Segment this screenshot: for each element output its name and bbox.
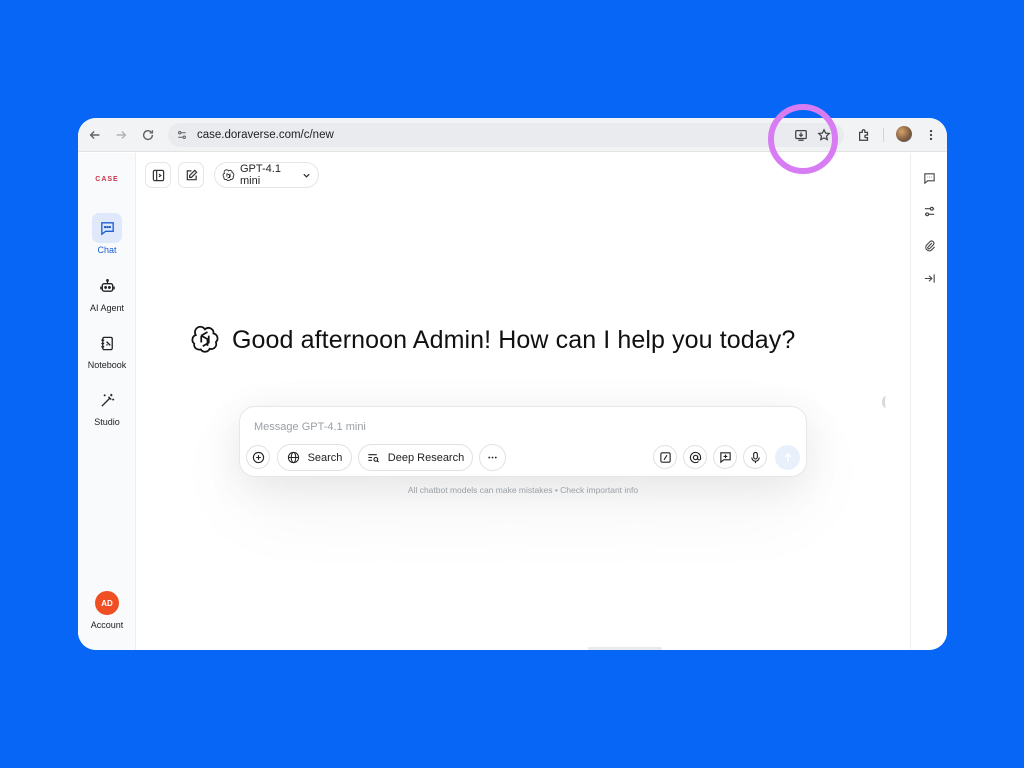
app-logo[interactable]: CASE xyxy=(95,175,119,185)
chevron-down-icon xyxy=(302,171,311,180)
profile-avatar[interactable] xyxy=(896,126,912,142)
deep-research-button[interactable]: Deep Research xyxy=(358,444,473,471)
browser-window: case.doraverse.com/c/new CASE Chat AI Ag… xyxy=(78,118,947,650)
sidebar-item-account[interactable]: AD Account xyxy=(78,591,136,630)
install-icon xyxy=(795,130,807,141)
plus-circle-icon xyxy=(252,451,264,463)
voice-input-button[interactable] xyxy=(743,445,767,469)
browser-toolbar: case.doraverse.com/c/new xyxy=(78,118,947,152)
slash-command-icon xyxy=(659,451,671,463)
ellipsis-icon xyxy=(488,456,497,459)
scroll-indicator xyxy=(588,647,662,650)
message-input[interactable] xyxy=(254,419,754,435)
sidebar-item-notebook[interactable]: Notebook xyxy=(78,328,136,370)
comments-button[interactable] xyxy=(921,170,937,186)
new-chat-button[interactable] xyxy=(178,162,204,188)
sidebar-panel-icon xyxy=(152,169,164,181)
sidebar-item-chat[interactable]: Chat xyxy=(78,213,136,255)
disclaimer-text: All chatbot models can make mistakes • C… xyxy=(407,485,639,495)
at-sign-icon xyxy=(689,451,701,463)
search-label: Search xyxy=(307,451,343,464)
sliders-icon xyxy=(924,206,934,216)
collapse-panel-button[interactable] xyxy=(921,270,937,286)
arrow-right-icon xyxy=(116,131,127,139)
arrow-left-icon xyxy=(89,131,100,139)
sidebar-item-studio[interactable]: Studio xyxy=(78,385,136,427)
magic-wand-icon xyxy=(92,385,122,415)
send-button[interactable] xyxy=(775,445,800,470)
sidebar-item-label: Studio xyxy=(94,417,120,427)
model-selector[interactable]: GPT-4.1 mini xyxy=(214,162,319,188)
avatar: AD xyxy=(95,591,119,615)
deep-research-label: Deep Research xyxy=(387,451,465,464)
puzzle-icon xyxy=(859,129,869,141)
arrow-up-icon xyxy=(784,452,791,462)
back-button[interactable] xyxy=(86,126,104,144)
microphone-icon xyxy=(750,451,760,463)
site-settings-icon[interactable] xyxy=(174,127,190,143)
chat-icon xyxy=(92,213,122,243)
openai-icon xyxy=(222,168,235,182)
bookmark-button[interactable] xyxy=(815,126,833,144)
reload-icon xyxy=(142,129,154,141)
more-options-button[interactable] xyxy=(479,444,506,471)
loading-indicator xyxy=(882,396,890,408)
openai-icon xyxy=(190,325,220,355)
address-bar[interactable]: case.doraverse.com/c/new xyxy=(168,123,844,147)
sidebar-item-label: Chat xyxy=(97,245,117,255)
sidebar-item-ai-agent[interactable]: AI Agent xyxy=(78,271,136,313)
url-text: case.doraverse.com/c/new xyxy=(197,129,334,141)
message-composer: Search Deep Research xyxy=(239,406,807,477)
mention-button[interactable] xyxy=(683,445,707,469)
browser-menu-button[interactable] xyxy=(922,126,940,144)
message-plus-icon xyxy=(719,451,731,463)
greeting-text: Good afternoon Admin! How can I help you… xyxy=(232,325,796,354)
right-rail xyxy=(910,153,947,650)
sidebar-item-label: Notebook xyxy=(87,360,127,370)
robot-icon xyxy=(92,271,122,301)
edit-icon xyxy=(186,169,197,180)
list-search-icon xyxy=(368,454,379,463)
app-sidebar: CASE Chat AI Agent Notebook Studio AD Ac… xyxy=(78,153,136,650)
paperclip-icon xyxy=(924,240,935,251)
install-app-button[interactable] xyxy=(792,126,810,144)
add-message-button[interactable] xyxy=(713,445,737,469)
sidebar-item-label: AI Agent xyxy=(89,303,125,313)
settings-sliders-button[interactable] xyxy=(921,203,937,219)
toolbar-divider xyxy=(883,128,884,142)
toggle-sidebar-button[interactable] xyxy=(145,162,171,188)
notebook-icon xyxy=(92,328,122,358)
message-square-icon xyxy=(923,172,935,184)
model-name: GPT-4.1 mini xyxy=(240,163,281,187)
globe-icon xyxy=(287,451,299,464)
extensions-button[interactable] xyxy=(855,126,873,144)
arrow-right-to-line-icon xyxy=(924,273,935,283)
greeting: Good afternoon Admin! How can I help you… xyxy=(190,323,795,357)
forward-button[interactable] xyxy=(112,126,130,144)
search-toggle-button[interactable]: Search xyxy=(277,444,352,471)
prompt-library-button[interactable] xyxy=(653,445,677,469)
kebab-menu-icon xyxy=(929,129,933,141)
add-attachment-button[interactable] xyxy=(246,445,270,469)
star-icon xyxy=(817,128,831,141)
sidebar-item-label: Account xyxy=(90,620,124,630)
attachments-button[interactable] xyxy=(921,237,937,253)
reload-button[interactable] xyxy=(139,126,157,144)
